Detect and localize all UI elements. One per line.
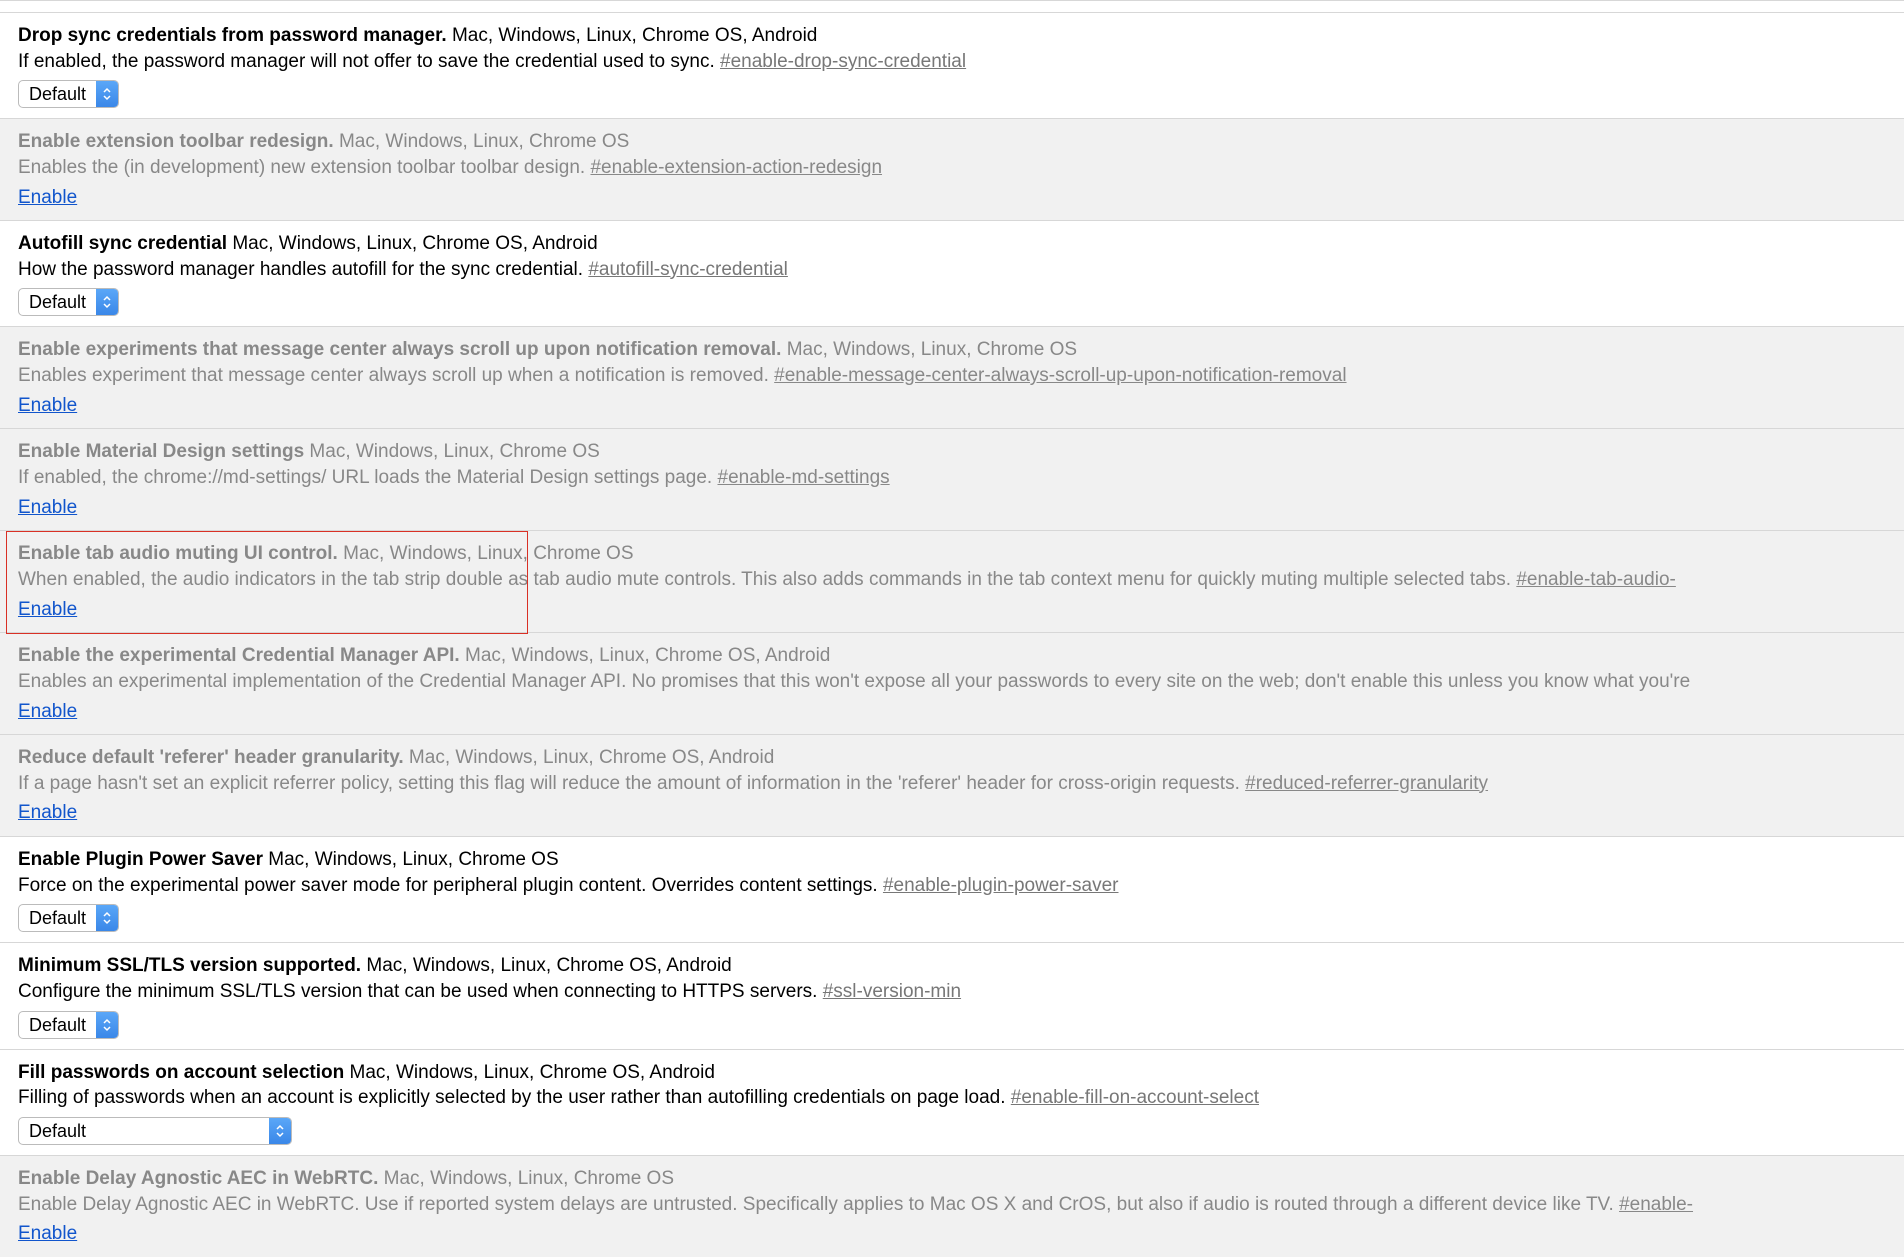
select-value: Default [19, 81, 96, 107]
enable-link[interactable]: Enable [18, 495, 77, 521]
divider [0, 0, 1904, 12]
flag-title: Minimum SSL/TLS version supported. [18, 955, 361, 976]
flag-permalink[interactable]: #enable-plugin-power-saver [883, 875, 1119, 896]
enable-link[interactable]: Enable [18, 597, 77, 623]
flag-title: Reduce default 'referer' header granular… [18, 747, 404, 768]
flag-permalink[interactable]: #enable-fill-on-account-select [1011, 1087, 1259, 1108]
flag-permalink[interactable]: #autofill-sync-credential [588, 259, 788, 280]
flag-permalink[interactable]: #enable-message-center-always-scroll-up-… [774, 365, 1346, 386]
flag-autofill-sync: Autofill sync credential Mac, Windows, L… [0, 220, 1904, 326]
flag-title: Enable experiments that message center a… [18, 339, 781, 360]
flag-description: Filling of passwords when an account is … [18, 1087, 1006, 1108]
flag-description: If enabled, the chrome://md-settings/ UR… [18, 467, 712, 488]
flag-platforms: Mac, Windows, Linux, Chrome OS [268, 849, 558, 870]
enable-link[interactable]: Enable [18, 393, 77, 419]
flag-description: Configure the minimum SSL/TLS version th… [18, 981, 817, 1002]
chevron-updown-icon[interactable] [96, 905, 118, 931]
flag-credential-mgr: Enable the experimental Credential Manag… [0, 632, 1904, 734]
flag-permalink[interactable]: #reduced-referrer-granularity [1245, 773, 1488, 794]
enable-link[interactable]: Enable [18, 185, 77, 211]
flag-platforms: Mac, Windows, Linux, Chrome OS, Android [452, 25, 817, 46]
flag-platforms: Mac, Windows, Linux, Chrome OS [339, 131, 629, 152]
flag-permalink[interactable]: #enable- [1619, 1194, 1693, 1215]
flag-platforms: Mac, Windows, Linux, Chrome OS [787, 339, 1077, 360]
flag-description: Force on the experimental power saver mo… [18, 875, 878, 896]
select-value: Default [19, 1012, 96, 1038]
select-value: Default [19, 289, 96, 315]
select-value: Default [19, 905, 96, 931]
flag-platforms: Mac, Windows, Linux, Chrome OS [343, 543, 633, 564]
flag-description: If enabled, the password manager will no… [18, 51, 715, 72]
flag-drop-sync: Drop sync credentials from password mana… [0, 12, 1904, 118]
flag-permalink[interactable]: #ssl-version-min [823, 981, 961, 1002]
flag-title: Enable Material Design settings [18, 441, 304, 462]
flag-description: Enables experiment that message center a… [18, 365, 769, 386]
flag-referer: Reduce default 'referer' header granular… [0, 734, 1904, 836]
flag-plugin-power: Enable Plugin Power Saver Mac, Windows, … [0, 836, 1904, 942]
flag-permalink[interactable]: #enable-extension-action-redesign [590, 157, 882, 178]
chevron-updown-icon[interactable] [96, 81, 118, 107]
flag-tab-audio-mute: Enable tab audio muting UI control. Mac,… [0, 530, 1904, 632]
flag-platforms: Mac, Windows, Linux, Chrome OS [309, 441, 599, 462]
flag-select[interactable]: Default [18, 80, 119, 108]
flag-platforms: Mac, Windows, Linux, Chrome OS, Android [232, 233, 597, 254]
flag-md-settings: Enable Material Design settings Mac, Win… [0, 428, 1904, 530]
flag-description: If a page hasn't set an explicit referre… [18, 773, 1240, 794]
flag-description: How the password manager handles autofil… [18, 259, 583, 280]
flag-permalink[interactable]: #enable-drop-sync-credential [720, 51, 966, 72]
flag-platforms: Mac, Windows, Linux, Chrome OS, Android [409, 747, 774, 768]
flag-msg-center-scroll: Enable experiments that message center a… [0, 326, 1904, 428]
flag-select[interactable]: Default [18, 1011, 119, 1039]
flag-select[interactable]: Default [18, 1117, 292, 1145]
chevron-updown-icon[interactable] [269, 1118, 291, 1144]
flag-platforms: Mac, Windows, Linux, Chrome OS [384, 1168, 674, 1189]
flag-select[interactable]: Default [18, 904, 119, 932]
flag-description: Enables an experimental implementation o… [18, 671, 1690, 692]
flag-title: Drop sync credentials from password mana… [18, 25, 447, 46]
flag-select[interactable]: Default [18, 288, 119, 316]
enable-link[interactable]: Enable [18, 699, 77, 725]
flag-description: When enabled, the audio indicators in th… [18, 569, 1511, 590]
chevron-updown-icon[interactable] [96, 289, 118, 315]
flag-platforms: Mac, Windows, Linux, Chrome OS, Android [465, 645, 830, 666]
flag-platforms: Mac, Windows, Linux, Chrome OS, Android [350, 1062, 715, 1083]
flag-title: Enable the experimental Credential Manag… [18, 645, 460, 666]
flag-title: Enable Plugin Power Saver [18, 849, 263, 870]
flag-title: Enable extension toolbar redesign. [18, 131, 334, 152]
enable-link[interactable]: Enable [18, 800, 77, 826]
flag-platforms: Mac, Windows, Linux, Chrome OS, Android [366, 955, 731, 976]
flag-aec: Enable Delay Agnostic AEC in WebRTC. Mac… [0, 1155, 1904, 1257]
flag-description: Enables the (in development) new extensi… [18, 157, 585, 178]
flag-permalink[interactable]: #enable-tab-audio- [1516, 569, 1676, 590]
flag-ext-toolbar: Enable extension toolbar redesign. Mac, … [0, 118, 1904, 220]
enable-link[interactable]: Enable [18, 1221, 77, 1247]
chevron-updown-icon[interactable] [96, 1012, 118, 1038]
select-value: Default [19, 1118, 269, 1144]
flag-ssl-min: Minimum SSL/TLS version supported. Mac, … [0, 942, 1904, 1048]
flag-title: Fill passwords on account selection [18, 1062, 344, 1083]
flag-title: Enable tab audio muting UI control. [18, 543, 338, 564]
flag-description: Enable Delay Agnostic AEC in WebRTC. Use… [18, 1194, 1614, 1215]
flag-fill-on-select: Fill passwords on account selection Mac,… [0, 1049, 1904, 1155]
flag-permalink[interactable]: #enable-md-settings [718, 467, 890, 488]
flag-title: Autofill sync credential [18, 233, 227, 254]
flag-title: Enable Delay Agnostic AEC in WebRTC. [18, 1168, 378, 1189]
